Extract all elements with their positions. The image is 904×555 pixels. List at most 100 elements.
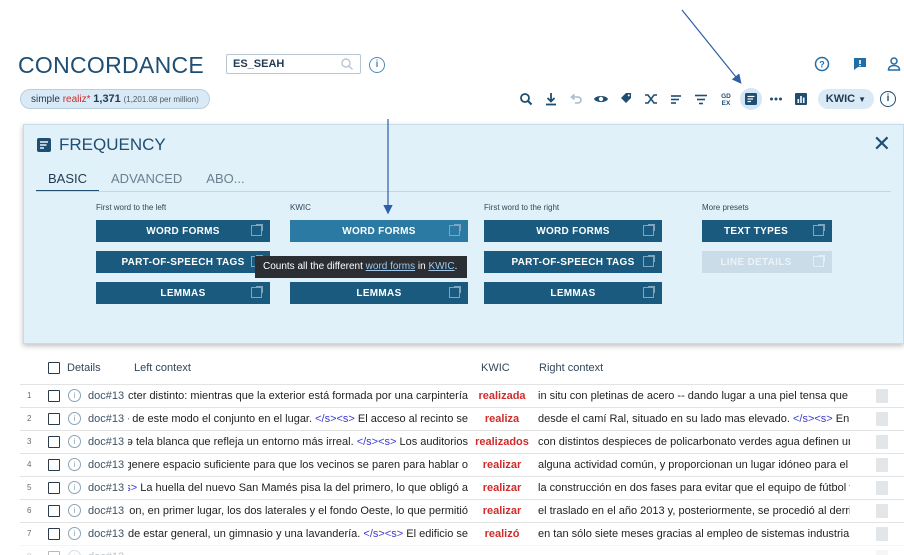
info-icon[interactable]: i [369, 57, 385, 73]
table-row[interactable]: 8idoc#13 [20, 545, 904, 555]
tabs-divider [36, 191, 891, 192]
sort-icon[interactable] [665, 88, 687, 110]
info-icon[interactable]: i [68, 550, 81, 555]
kwic-keyword[interactable]: realizar [472, 482, 532, 494]
table-row[interactable]: 5 i doc#13 s> La huella del nuevo San Mamés… [20, 476, 904, 499]
help-icon[interactable]: ? [812, 54, 832, 74]
right-word-forms-button[interactable]: WORD FORMS [484, 220, 662, 242]
corpus-selector[interactable]: ES_SEAH [226, 54, 361, 74]
tooltip-link-kwic[interactable]: KWIC [428, 261, 454, 272]
row-checkbox[interactable] [48, 390, 60, 402]
doc-id[interactable]: doc#13 [88, 413, 124, 425]
feedback-icon[interactable] [850, 54, 870, 74]
kwic-keyword[interactable]: realizada [472, 390, 532, 402]
row-checkbox[interactable] [48, 459, 60, 471]
right-context[interactable]: desde el camí Ral, situado en su lado ma… [538, 413, 850, 425]
left-context[interactable]: cter distinto: mientras que la exterior … [128, 390, 468, 402]
row-number: 6 [27, 506, 32, 515]
view-icon[interactable] [590, 88, 612, 110]
gdex-icon[interactable]: GD EX [715, 88, 737, 110]
kwic-keyword[interactable]: realizar [472, 505, 532, 517]
info-icon[interactable]: i [880, 91, 896, 107]
kwic-word-forms-button[interactable]: WORD FORMS [290, 220, 468, 242]
user-icon[interactable] [884, 54, 904, 74]
table-row[interactable]: 6 i doc#13 on, en primer lugar, los dos lat… [20, 499, 904, 522]
doc-id[interactable]: doc#13 [88, 459, 124, 471]
select-all-checkbox[interactable] [48, 362, 60, 374]
info-icon[interactable]: i [68, 481, 81, 494]
copy-icon[interactable] [876, 435, 888, 449]
table-row[interactable]: 3 i doc#13 ə tela blanca que refleja un ent… [20, 430, 904, 453]
right-context[interactable]: alguna actividad común, y proporcionan u… [538, 459, 850, 471]
open-external-icon [449, 286, 461, 298]
doc-id[interactable]: doc#13 [88, 390, 124, 402]
left-context[interactable]: › de este modo el conjunto en el lugar. … [128, 413, 468, 425]
download-icon[interactable] [540, 88, 562, 110]
copy-icon[interactable] [876, 389, 888, 403]
info-icon[interactable]: i [68, 435, 81, 448]
kwic-keyword[interactable]: realizó [472, 528, 532, 540]
right-context[interactable]: el traslado en el año 2013 y, posteriorm… [538, 505, 850, 517]
right-context[interactable]: la construcción en dos fases para evitar… [538, 482, 850, 494]
more-icon[interactable] [765, 88, 787, 110]
row-checkbox[interactable] [48, 528, 60, 540]
query-summary[interactable]: simple realiz* 1,371 (1,201.08 per milli… [20, 89, 210, 109]
doc-id[interactable]: doc#13 [88, 528, 124, 540]
filter-icon[interactable] [690, 88, 712, 110]
doc-id[interactable]: doc#13 [88, 551, 124, 555]
tooltip-link-word-forms[interactable]: word forms [366, 261, 415, 272]
doc-id[interactable]: doc#13 [88, 482, 124, 494]
info-icon[interactable]: i [68, 458, 81, 471]
kwic-keyword[interactable]: realizados [472, 436, 532, 448]
kwic-keyword[interactable]: realizar [472, 459, 532, 471]
tab-advanced[interactable]: ADVANCED [99, 169, 194, 192]
right-context[interactable]: con distintos despieces de policarbonato… [538, 436, 850, 448]
copy-icon[interactable] [876, 527, 888, 541]
undo-icon[interactable] [565, 88, 587, 110]
left-context[interactable]: ə tela blanca que refleja un entorno más… [128, 436, 468, 448]
kwic-lemmas-button[interactable]: LEMMAS [290, 282, 468, 304]
copy-icon[interactable] [876, 504, 888, 518]
left-context[interactable]: s> La huella del nuevo San Mamés pisa la… [128, 482, 468, 494]
tab-about[interactable]: ABO... [194, 169, 256, 192]
table-row[interactable]: 4 i doc#13 genere espacio suficiente para q… [20, 453, 904, 476]
info-icon[interactable]: i [68, 389, 81, 402]
table-row[interactable]: 7 i doc#13 de estar general, un gimnasio y … [20, 522, 904, 545]
copy-icon[interactable] [876, 458, 888, 472]
doc-id[interactable]: doc#13 [88, 505, 124, 517]
tab-basic[interactable]: BASIC [36, 169, 100, 192]
left-context[interactable]: genere espacio suficiente para que los v… [128, 459, 468, 471]
text-types-button[interactable]: TEXT TYPES [702, 220, 832, 242]
info-icon[interactable]: i [68, 504, 81, 517]
copy-icon[interactable] [876, 481, 888, 495]
right-lemmas-button[interactable]: LEMMAS [484, 282, 662, 304]
shuffle-icon[interactable] [640, 88, 662, 110]
info-icon[interactable]: i [68, 527, 81, 540]
left-context[interactable]: on, en primer lugar, los dos laterales y… [128, 505, 468, 517]
left-pos-tags-button[interactable]: PART-OF-SPEECH TAGS [96, 251, 270, 273]
search-icon[interactable] [515, 88, 537, 110]
view-mode-select[interactable]: KWIC ▼ [817, 89, 874, 109]
left-context[interactable]: de estar general, un gimnasio y una lava… [128, 528, 468, 540]
row-checkbox[interactable] [48, 413, 60, 425]
left-word-forms-button[interactable]: WORD FORMS [96, 220, 270, 242]
info-icon[interactable]: i [68, 412, 81, 425]
doc-id[interactable]: doc#13 [88, 436, 124, 448]
row-checkbox[interactable] [48, 436, 60, 448]
table-row[interactable]: 2 i doc#13 › de este modo el conjunto en el… [20, 407, 904, 430]
row-checkbox[interactable] [48, 505, 60, 517]
row-checkbox[interactable] [48, 551, 60, 555]
tag-icon[interactable] [615, 88, 637, 110]
row-checkbox[interactable] [48, 482, 60, 494]
chart-icon[interactable] [790, 88, 812, 110]
right-context[interactable]: in situ con pletinas de acero -- dando l… [538, 390, 850, 402]
copy-icon[interactable] [876, 550, 888, 555]
kwic-keyword[interactable]: realiza [472, 413, 532, 425]
right-pos-tags-button[interactable]: PART-OF-SPEECH TAGS [484, 251, 662, 273]
right-context[interactable]: en tan sólo siete meses gracias al emple… [538, 528, 850, 540]
copy-icon[interactable] [876, 412, 888, 426]
frequency-icon[interactable] [740, 88, 763, 110]
left-lemmas-button[interactable]: LEMMAS [96, 282, 270, 304]
table-row[interactable]: 1 i doc#13 cter distinto: mientras que la e… [20, 384, 904, 407]
close-icon[interactable]: ✕ [873, 133, 891, 155]
